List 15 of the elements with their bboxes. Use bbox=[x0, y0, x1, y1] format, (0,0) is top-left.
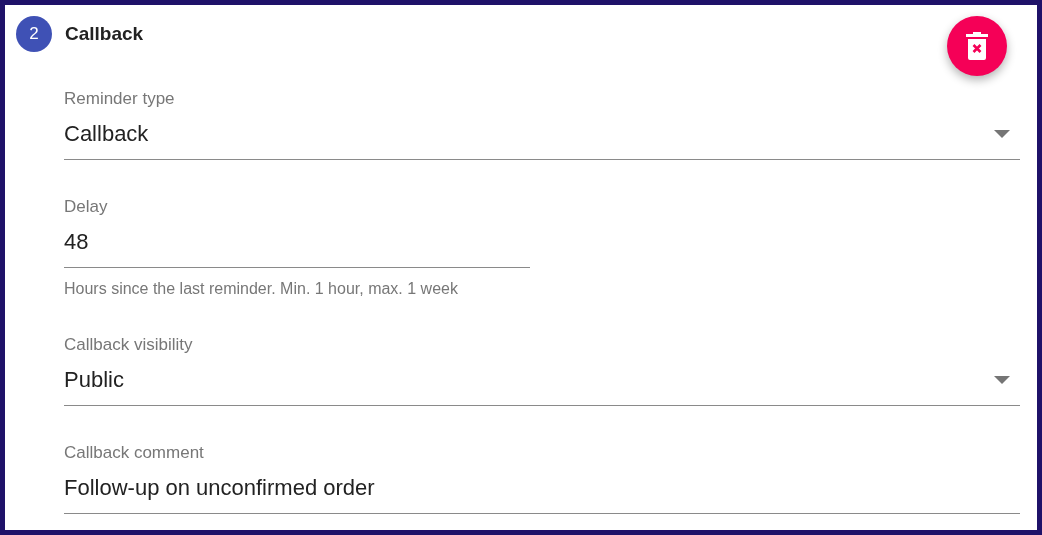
select-field[interactable]: Public bbox=[64, 365, 1020, 406]
select-field[interactable]: Callback bbox=[64, 119, 1020, 160]
step-title: Callback bbox=[65, 23, 144, 45]
caret-icon bbox=[994, 376, 1010, 384]
field-label: Reminder type bbox=[64, 89, 175, 109]
input-field[interactable]: 48 bbox=[64, 227, 530, 268]
delete-button[interactable] bbox=[947, 16, 1007, 76]
field-label: Delay bbox=[64, 197, 108, 217]
trash-icon bbox=[966, 32, 988, 60]
field-label: Callback visibility bbox=[64, 335, 193, 355]
step-number: 2 bbox=[16, 16, 52, 52]
field-label: Callback comment bbox=[64, 443, 204, 463]
input-field[interactable]: Follow-up on unconfirmed order bbox=[64, 473, 1020, 514]
helper-text: Hours since the last reminder. Min. 1 hour, max. 1 week bbox=[64, 280, 458, 298]
caret-icon bbox=[994, 130, 1010, 138]
